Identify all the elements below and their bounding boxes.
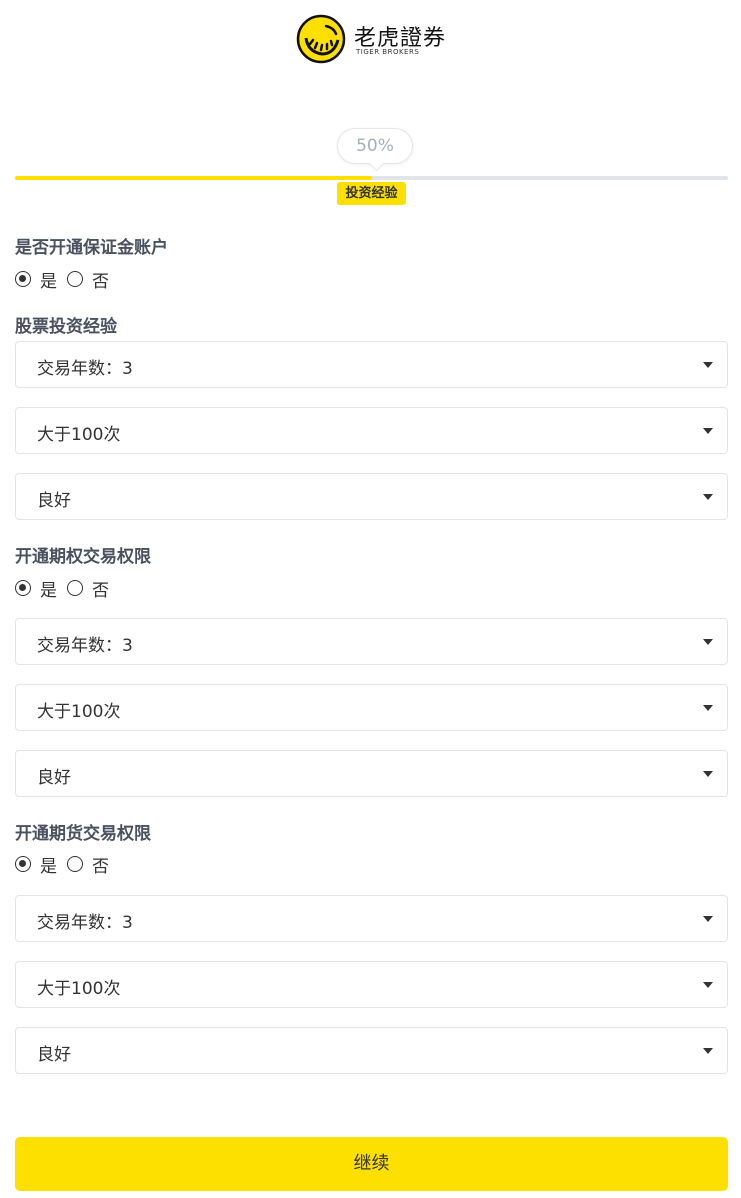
stock-frequency-value: 大于100次 bbox=[37, 425, 121, 445]
options-knowledge-value: 良好 bbox=[37, 768, 71, 788]
futures-years-select[interactable]: 交易年数：3 bbox=[15, 895, 728, 942]
options-radio-group: 是 否 bbox=[15, 576, 119, 601]
continue-button[interactable]: 继续 bbox=[15, 1137, 728, 1191]
caret-down-icon bbox=[703, 494, 713, 500]
caret-down-icon bbox=[703, 1048, 713, 1054]
futures-section-title: 开通期货交易权限 bbox=[15, 824, 151, 844]
stock-years-value: 交易年数：3 bbox=[37, 359, 133, 379]
options-years-select[interactable]: 交易年数：3 bbox=[15, 618, 728, 665]
caret-down-icon bbox=[703, 362, 713, 368]
margin-radio-group: 是 否 bbox=[15, 267, 119, 292]
header: 老虎證券 TIGER BROKERS bbox=[0, 0, 741, 70]
caret-down-icon bbox=[703, 916, 713, 922]
tiger-logo-icon bbox=[296, 14, 346, 64]
margin-section-title: 是否开通保证金账户 bbox=[15, 238, 168, 258]
futures-radio-group: 是 否 bbox=[15, 852, 119, 877]
options-section-title: 开通期权交易权限 bbox=[15, 547, 151, 567]
options-knowledge-select[interactable]: 良好 bbox=[15, 750, 728, 797]
futures-years-value: 交易年数：3 bbox=[37, 913, 133, 933]
futures-frequency-value: 大于100次 bbox=[37, 979, 121, 999]
futures-yes-radio[interactable] bbox=[15, 856, 31, 872]
options-no-radio[interactable] bbox=[67, 580, 83, 596]
stock-frequency-select[interactable]: 大于100次 bbox=[15, 407, 728, 454]
margin-yes-radio[interactable] bbox=[15, 271, 31, 287]
progress-fill bbox=[15, 176, 372, 180]
caret-down-icon bbox=[703, 982, 713, 988]
margin-no-label[interactable]: 否 bbox=[92, 267, 109, 292]
step-label: 投资经验 bbox=[337, 182, 406, 205]
futures-yes-label[interactable]: 是 bbox=[40, 852, 57, 877]
futures-no-radio[interactable] bbox=[67, 856, 83, 872]
margin-yes-label[interactable]: 是 bbox=[40, 267, 57, 292]
options-yes-label[interactable]: 是 bbox=[40, 576, 57, 601]
caret-down-icon bbox=[703, 705, 713, 711]
futures-knowledge-value: 良好 bbox=[37, 1045, 71, 1065]
stock-section-title: 股票投资经验 bbox=[15, 317, 117, 337]
futures-frequency-select[interactable]: 大于100次 bbox=[15, 961, 728, 1008]
caret-down-icon bbox=[703, 428, 713, 434]
stock-knowledge-value: 良好 bbox=[37, 491, 71, 511]
options-years-value: 交易年数：3 bbox=[37, 636, 133, 656]
progress-percent: 50% bbox=[337, 128, 413, 164]
options-frequency-select[interactable]: 大于100次 bbox=[15, 684, 728, 731]
futures-knowledge-select[interactable]: 良好 bbox=[15, 1027, 728, 1074]
stock-knowledge-select[interactable]: 良好 bbox=[15, 473, 728, 520]
caret-down-icon bbox=[703, 639, 713, 645]
caret-down-icon bbox=[703, 771, 713, 777]
options-frequency-value: 大于100次 bbox=[37, 702, 121, 722]
futures-no-label[interactable]: 否 bbox=[92, 852, 109, 877]
progress-track bbox=[15, 176, 728, 180]
stock-years-select[interactable]: 交易年数：3 bbox=[15, 341, 728, 388]
options-no-label[interactable]: 否 bbox=[92, 576, 109, 601]
margin-no-radio[interactable] bbox=[67, 271, 83, 287]
options-yes-radio[interactable] bbox=[15, 580, 31, 596]
progress-indicator: 50% 投资经验 bbox=[15, 126, 728, 211]
brand-subtitle: TIGER BROKERS bbox=[356, 48, 420, 56]
